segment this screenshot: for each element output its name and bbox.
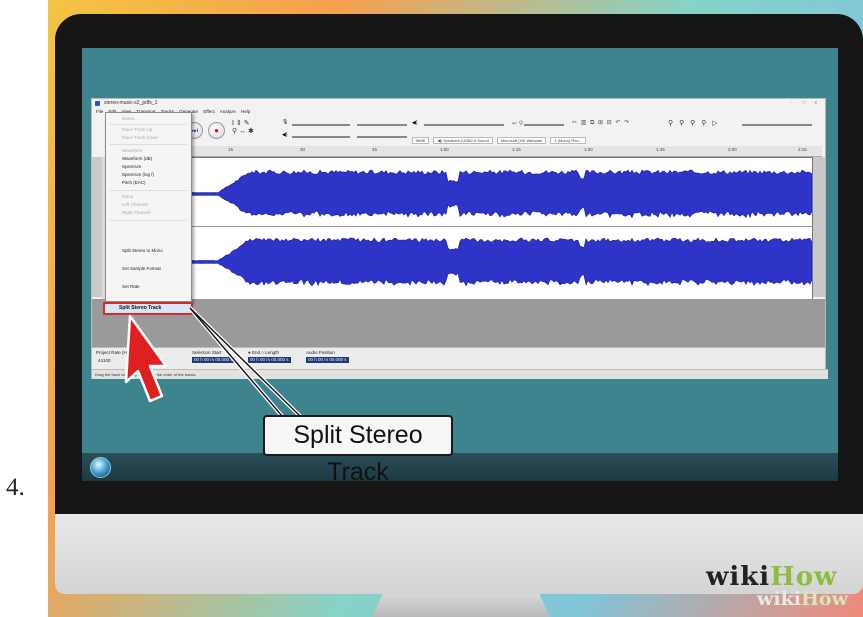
recording-channels-select[interactable]: 1 (Mono) Rec... <box>550 137 586 144</box>
menu-bar: File Edit View Transport Tracks Generate… <box>92 108 825 116</box>
menu-separator <box>110 144 187 145</box>
audio-host-select[interactable]: MME <box>412 137 430 144</box>
ruler-tick: 2:00 <box>728 147 737 152</box>
record-button[interactable]: ● <box>208 122 225 139</box>
right-channel-waveform <box>188 237 812 287</box>
step-number: 4. <box>6 474 25 501</box>
menu-help[interactable]: Help <box>241 109 250 114</box>
ruler-tick: 2:15 <box>798 147 807 152</box>
tool-icons-row2[interactable]: ⚲ ↔ ✱ <box>232 127 254 135</box>
end-length-radio[interactable]: ● End ○ Length <box>248 350 279 355</box>
menu-item-mono[interactable]: Mono <box>106 193 191 201</box>
tool-icons-row1[interactable]: I ⇕ ✎ <box>232 119 254 127</box>
transport-toolbar: ⏸ ▶ ■ ⏮ ⏭ ● I ⇕ ✎ ⚲ ↔ ✱ 🎙 ◀) ◀) ⇜ ⚲ ✂ ▥ … <box>92 116 825 146</box>
speaker-meter-icon: ◀) <box>412 120 418 126</box>
play-at-speed-slider[interactable] <box>742 124 812 126</box>
wikihow-ghost-how: How <box>800 588 848 610</box>
audio-position-field[interactable]: 00 h 00 m 00.000 s <box>306 357 349 363</box>
audacity-window: stereo-music-s2_pdfs_1 - □ x File Edit V… <box>91 98 828 379</box>
window-title: stereo-music-s2_pdfs_1 <box>104 100 158 106</box>
menu-item-waveform[interactable]: Waveform <box>106 147 191 155</box>
track-dropdown-menu: Name... Move Track Up Move Track Down Wa… <box>105 112 192 302</box>
ruler-tick: 1:00 <box>440 147 449 152</box>
device-toolbar: MME ◀) Speakers (USB2.0 Sound Microsoft … <box>412 137 589 144</box>
tools-toolbar: I ⇕ ✎ ⚲ ↔ ✱ <box>232 119 254 143</box>
window-controls[interactable]: - □ x <box>791 99 821 108</box>
menu-file[interactable]: File <box>96 109 103 114</box>
windows-taskbar <box>82 453 838 481</box>
edit-toolbar-icons[interactable]: ✂ ▥ ⧉ ⊞ ⊟ ↶ ↷ <box>572 119 630 127</box>
audacity-app-icon <box>95 101 100 106</box>
menu-item-move-down[interactable]: Move Track Down <box>106 134 191 142</box>
menu-analyze[interactable]: Analyze <box>220 109 236 114</box>
mic-icon: 🎙 <box>282 119 289 125</box>
mic-meter-icon: ⇜ ⚲ <box>512 121 524 127</box>
menu-separator <box>110 190 187 191</box>
selection-start-label: Selection Start <box>192 350 222 355</box>
ruler-tick: 15 <box>228 147 234 152</box>
wikihow-watermark-ghost: wikiHow <box>757 588 848 610</box>
selection-toolbar: Project Rate (Hz) 44100 Selection Start … <box>92 347 825 370</box>
recording-device-select[interactable]: Microsoft (HD Webcam <box>496 137 547 144</box>
ruler-tick: 45 <box>372 147 378 152</box>
selection-start-field[interactable]: 00 h 00 m 00.000 s <box>192 357 235 363</box>
timeline-ruler[interactable]: 0 15 30 45 1:00 1:15 1:30 1:45 2:00 2:15 <box>162 146 822 157</box>
menu-item-waveform-db[interactable]: Waveform (dB) <box>106 155 191 163</box>
menu-item-name[interactable]: Name... <box>106 115 191 123</box>
menu-effect[interactable]: Effect <box>203 109 214 114</box>
playback-meter[interactable] <box>424 124 504 126</box>
menu-item-pitch[interactable]: Pitch (EAC) <box>106 179 191 187</box>
selection-end-field[interactable]: 00 h 00 m 00.000 s <box>248 357 291 363</box>
left-channel-waveform <box>188 169 812 219</box>
red-pointer-arrow-icon <box>124 314 168 403</box>
recording-meter[interactable] <box>524 124 564 126</box>
meter-level-slider-2[interactable] <box>357 136 407 138</box>
track-panel: Extra Audio ▼ 1.0 <box>92 157 825 301</box>
window-titlebar: stereo-music-s2_pdfs_1 - □ x <box>92 99 825 108</box>
callout-label: Split Stereo Track <box>263 415 453 486</box>
empty-track-area[interactable] <box>92 299 825 347</box>
playback-device-select[interactable]: ◀) Speakers (USB2.0 Sound <box>433 137 493 144</box>
start-button-icon[interactable] <box>90 457 111 478</box>
zoom-toolbar-icons[interactable]: ⚲ ⚲ ⚲ ⚲ ▷ <box>668 119 720 127</box>
ruler-tick: 1:15 <box>512 147 521 152</box>
menu-item-spectrum[interactable]: Spectrum <box>106 163 191 171</box>
wikihow-ghost-wiki: wiki <box>757 588 801 610</box>
ruler-tick: 30 <box>300 147 306 152</box>
speaker-icon: ◀) <box>282 132 288 138</box>
menu-item-sample-format[interactable]: Set Sample Format <box>106 265 191 273</box>
channel-divider <box>188 226 812 227</box>
status-bar: Drag the track vertically to change the … <box>92 369 828 379</box>
menu-separator <box>110 124 187 125</box>
monitor-stand <box>372 594 550 617</box>
ruler-tick: 1:45 <box>656 147 665 152</box>
audio-position-label: Audio Position <box>306 350 335 355</box>
menu-item-split-to-mono[interactable]: Split Stereo to Mono <box>106 247 191 255</box>
meter-level-slider[interactable] <box>357 124 407 126</box>
menu-item-right-channel[interactable]: Right Channel <box>106 209 191 217</box>
menu-item-set-rate[interactable]: Set Rate <box>106 283 191 291</box>
desktop-screen: stereo-music-s2_pdfs_1 - □ x File Edit V… <box>82 48 838 481</box>
menu-item-left-channel[interactable]: Left Channel <box>106 201 191 209</box>
ruler-tick: 1:30 <box>584 147 593 152</box>
menu-separator <box>110 220 187 221</box>
menu-item-move-up[interactable]: Move Track Up <box>106 126 191 134</box>
stereo-waveform[interactable] <box>187 157 813 301</box>
menu-item-spectrum-log[interactable]: Spectrum (log f) <box>106 171 191 179</box>
playback-volume-slider[interactable] <box>292 136 350 138</box>
recording-volume-slider[interactable] <box>292 124 350 126</box>
